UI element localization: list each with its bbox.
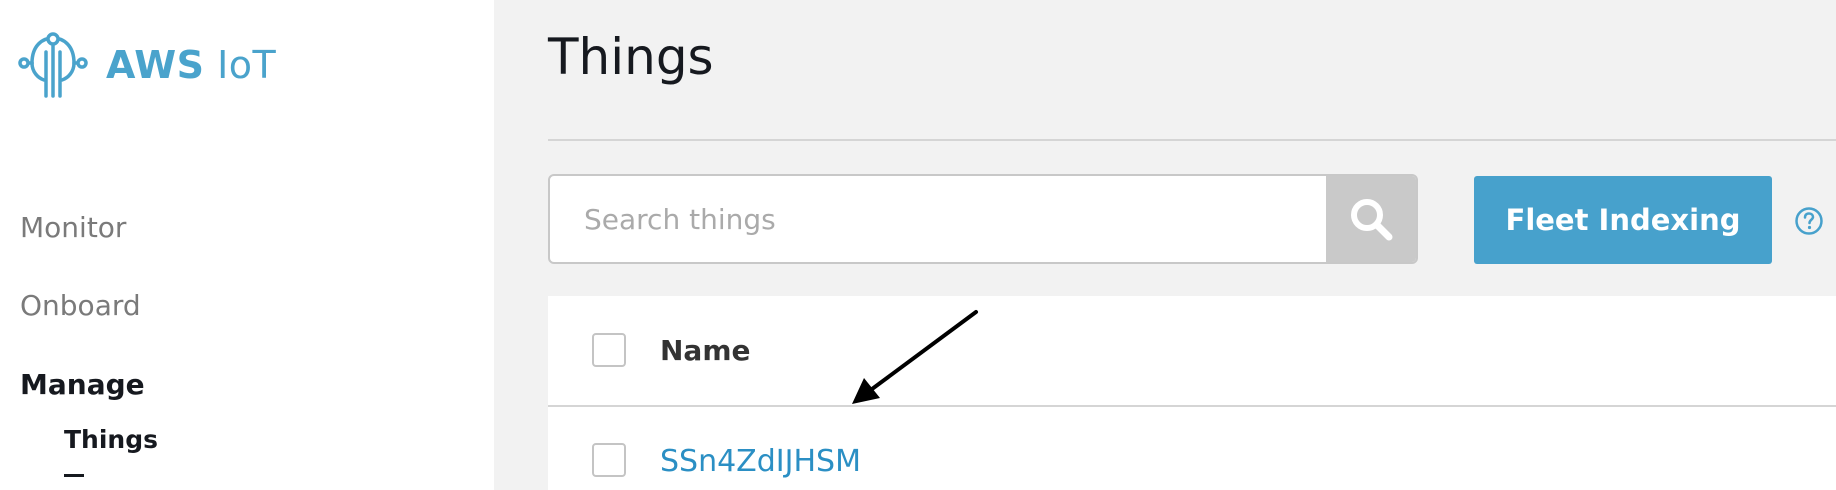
column-header-name[interactable]: Name <box>660 334 751 367</box>
nav-item-onboard[interactable]: Onboard <box>20 289 141 322</box>
brand-name: AWS IoT <box>106 43 276 87</box>
nav-sub-item-cutoff <box>64 474 84 477</box>
sidebar: AWS IoT Monitor Onboard Manage Things <box>0 0 494 490</box>
thing-name-link[interactable]: SSn4ZdIJHSM <box>660 444 861 479</box>
brand-name-bold: AWS <box>106 43 205 87</box>
aws-iot-logo-icon <box>18 32 88 98</box>
nav-item-monitor[interactable]: Monitor <box>20 211 126 244</box>
search-icon <box>1351 199 1393 241</box>
fleet-indexing-button[interactable]: Fleet Indexing <box>1474 176 1772 264</box>
brand[interactable]: AWS IoT <box>18 30 276 100</box>
help-icon[interactable] <box>1794 206 1824 236</box>
nav-sub-item-things[interactable]: Things <box>64 425 158 454</box>
things-table: Name SSn4ZdIJHSM <box>548 296 1836 490</box>
main-content: Things Fleet Indexing Name SSn4ZdIJHSM <box>494 0 1836 490</box>
select-all-checkbox[interactable] <box>592 333 626 367</box>
row-checkbox[interactable] <box>592 443 626 477</box>
search-button[interactable] <box>1326 176 1416 262</box>
header-divider <box>548 139 1836 141</box>
brand-name-rest: IoT <box>204 43 277 87</box>
search-box <box>548 174 1418 264</box>
annotation-arrow-icon <box>852 310 978 404</box>
nav-item-manage[interactable]: Manage <box>20 368 145 401</box>
page-title: Things <box>548 28 714 86</box>
header-row-divider <box>548 405 1836 407</box>
search-input[interactable] <box>550 176 1326 262</box>
